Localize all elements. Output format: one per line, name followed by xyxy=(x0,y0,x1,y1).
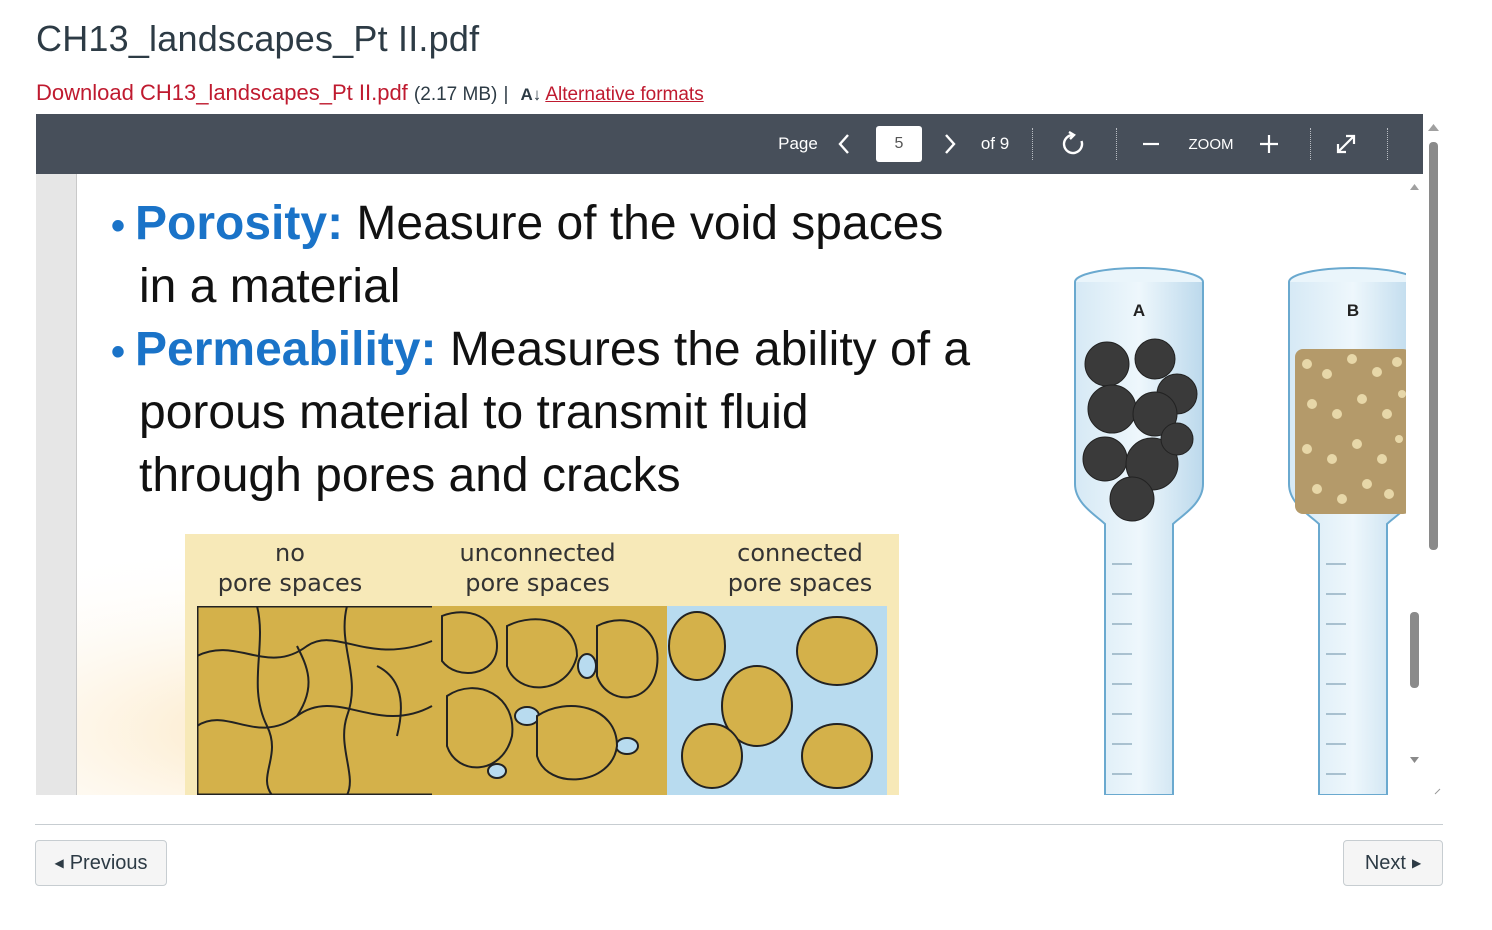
chevron-left-icon xyxy=(838,134,849,154)
separator: | xyxy=(503,84,509,105)
page-count: of 9 xyxy=(980,134,1010,153)
bullet-icon: • xyxy=(111,330,126,374)
zoom-out-button[interactable] xyxy=(1138,114,1164,174)
diagram-label-unconnected-2: pore spaces xyxy=(465,569,610,597)
divider-line xyxy=(35,824,1443,825)
tube-b: B xyxy=(1288,267,1407,795)
pdf-page: • Porosity: Measure of the void spaces in… xyxy=(76,174,1407,795)
file-size: (2.17 MB) xyxy=(413,84,498,105)
fullscreen-button[interactable] xyxy=(1332,114,1360,174)
page-label: Page xyxy=(778,134,818,153)
next-label: Next xyxy=(1364,851,1406,874)
alternative-formats-link[interactable]: Alternative formats xyxy=(545,84,703,105)
diagram-label-no: no xyxy=(275,539,305,567)
tube-label-b: B xyxy=(1347,301,1359,320)
previous-button[interactable]: ◀ Previous xyxy=(35,840,167,886)
alt-formats-icon: A↓ xyxy=(520,85,542,104)
porosity-definition-cont: in a material xyxy=(139,260,401,313)
viewer-scrollbar[interactable] xyxy=(1406,174,1423,795)
permeability-term: Permeability: xyxy=(135,323,437,376)
zoom-in-icon xyxy=(1260,135,1278,153)
caret-left-icon: ◀ xyxy=(54,856,64,870)
fullscreen-icon xyxy=(1336,134,1356,154)
scroll-thumb xyxy=(1410,612,1419,688)
diagram-label-unconnected: unconnected xyxy=(459,539,616,567)
download-row: Download CH13_landscapes_Pt II.pdf (2.17… xyxy=(36,80,704,106)
divider xyxy=(1387,128,1388,160)
tube-a: A xyxy=(1074,267,1204,795)
chevron-right-icon xyxy=(945,134,956,154)
page-scrollbar-graphic xyxy=(1428,124,1441,795)
viewer-toolbar: Page of 9 ZOOM xyxy=(36,114,1423,174)
page-scroll-up-icon xyxy=(1428,124,1439,131)
cylinders-illustration: A B xyxy=(1074,267,1407,795)
next-page-button[interactable] xyxy=(938,114,962,174)
download-link[interactable]: Download CH13_landscapes_Pt II.pdf xyxy=(36,80,408,105)
page-scroll-thumb xyxy=(1429,142,1438,550)
caret-right-icon: ▶ xyxy=(1411,856,1422,870)
page-number-input[interactable] xyxy=(876,126,922,162)
permeability-definition-cont: porous material to transmit fluid xyxy=(139,386,809,439)
tube-label-a: A xyxy=(1133,301,1145,320)
diagram-label-connected: connected xyxy=(737,539,863,567)
zoom-out-icon xyxy=(1143,142,1159,146)
diagram-label-connected-2: pore spaces xyxy=(727,569,873,597)
page-scrollbar[interactable] xyxy=(1425,114,1442,795)
zoom-label: ZOOM xyxy=(1188,135,1234,153)
divider xyxy=(1116,128,1117,160)
pore-spaces-diagram: no pore spaces unconnected pore spaces c… xyxy=(185,534,899,795)
porosity-definition: Measure of the void spaces xyxy=(356,197,944,250)
scroll-down-arrow-icon xyxy=(1410,757,1419,763)
porosity-term: Porosity: xyxy=(135,197,344,250)
prev-page-button[interactable] xyxy=(832,114,856,174)
permeability-definition-cont2: through pores and cracks xyxy=(139,449,681,502)
diagram-label-no-2: pore spaces xyxy=(217,569,363,597)
rotate-icon xyxy=(1062,131,1084,155)
viewer-scrollbar-graphic xyxy=(1410,184,1419,763)
pdf-viewer: Page of 9 ZOOM xyxy=(36,114,1423,795)
permeability-definition: Measures the ability of a xyxy=(449,323,971,376)
next-button[interactable]: Next ▶ xyxy=(1343,840,1443,886)
bullet-icon: • xyxy=(111,204,126,248)
rotate-button[interactable] xyxy=(1058,114,1088,174)
file-title: CH13_landscapes_Pt II.pdf xyxy=(36,18,480,59)
zoom-in-button[interactable] xyxy=(1256,114,1282,174)
grain-illustration xyxy=(197,606,887,795)
scroll-up-arrow-icon xyxy=(1410,184,1419,190)
previous-label: Previous xyxy=(69,851,148,874)
divider xyxy=(1310,128,1311,160)
divider xyxy=(1032,128,1033,160)
